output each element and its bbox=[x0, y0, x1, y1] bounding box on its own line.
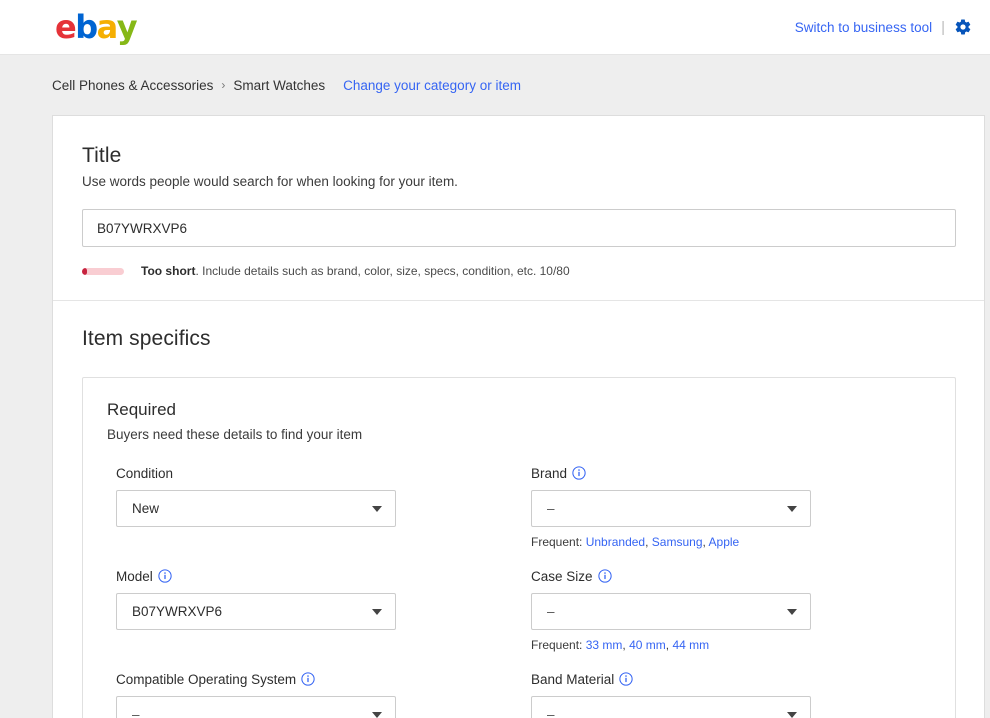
breadcrumb-item-category[interactable]: Cell Phones & Accessories bbox=[52, 78, 213, 93]
condition-select[interactable]: New bbox=[116, 490, 396, 527]
field-case-size-label: Case Size bbox=[531, 569, 593, 584]
chevron-down-icon bbox=[372, 506, 382, 512]
field-compatible-os-label-row: Compatible Operating System bbox=[116, 670, 531, 688]
title-length-hint: Too short. Include details such as brand… bbox=[82, 264, 956, 278]
comma-2: , bbox=[703, 535, 706, 549]
header-actions: Switch to business tool | bbox=[795, 18, 972, 36]
breadcrumb: Cell Phones & Accessories › Smart Watche… bbox=[0, 55, 990, 115]
field-case-size: Case Size – bbox=[531, 567, 931, 652]
title-input[interactable] bbox=[82, 209, 956, 247]
brand-select[interactable]: – bbox=[531, 490, 811, 527]
item-specifics-heading: Item specifics bbox=[82, 327, 956, 351]
brand-frequent-unbranded[interactable]: Unbranded bbox=[586, 535, 645, 549]
chevron-right-icon: › bbox=[221, 78, 225, 92]
switch-to-business-tool-link[interactable]: Switch to business tool bbox=[795, 20, 932, 35]
field-case-size-label-row: Case Size bbox=[531, 567, 931, 585]
model-select[interactable]: B07YWRXVP6 bbox=[116, 593, 396, 630]
chevron-down-icon bbox=[787, 609, 797, 615]
title-length-meter-fill bbox=[82, 268, 87, 275]
condition-select-value: New bbox=[132, 501, 372, 516]
field-condition-label: Condition bbox=[116, 466, 173, 481]
model-select-value: B07YWRXVP6 bbox=[132, 604, 372, 619]
compatible-os-select-value: – bbox=[132, 707, 372, 718]
chevron-down-icon bbox=[787, 712, 797, 718]
field-model: Model B07YWRXVP6 bbox=[116, 567, 531, 652]
logo-letter-e: e bbox=[55, 11, 75, 43]
chevron-down-icon bbox=[787, 506, 797, 512]
gear-icon[interactable] bbox=[954, 18, 972, 36]
comma-3: , bbox=[622, 638, 625, 652]
info-icon[interactable] bbox=[301, 672, 315, 686]
case-size-select[interactable]: – bbox=[531, 593, 811, 630]
title-heading: Title bbox=[82, 144, 956, 168]
required-specifics-box: Required Buyers need these details to fi… bbox=[82, 377, 956, 718]
listing-form-card: Title Use words people would search for … bbox=[52, 115, 985, 718]
required-heading: Required bbox=[107, 400, 931, 420]
header-divider: | bbox=[941, 20, 945, 35]
field-model-label-row: Model bbox=[116, 567, 531, 585]
comma-4: , bbox=[666, 638, 669, 652]
field-condition: Condition New bbox=[116, 464, 531, 549]
compatible-os-select[interactable]: – bbox=[116, 696, 396, 718]
case-size-frequent-40mm[interactable]: 40 mm bbox=[629, 638, 666, 652]
field-condition-label-row: Condition bbox=[116, 464, 531, 482]
logo-letter-a: a bbox=[97, 11, 117, 43]
chevron-down-icon bbox=[372, 712, 382, 718]
info-icon[interactable] bbox=[572, 466, 586, 480]
field-brand: Brand – bbox=[531, 464, 931, 549]
item-specifics-section: Item specifics Required Buyers need thes… bbox=[53, 301, 984, 718]
title-hint-detail: . Include details such as brand, color, … bbox=[195, 264, 569, 278]
field-model-label: Model bbox=[116, 569, 153, 584]
page-body: Title Use words people would search for … bbox=[0, 115, 990, 718]
required-fields-grid: Condition New Brand bbox=[107, 464, 931, 718]
chevron-down-icon bbox=[372, 609, 382, 615]
field-compatible-operating-system: Compatible Operating System – bbox=[116, 670, 531, 718]
brand-frequent-samsung[interactable]: Samsung bbox=[652, 535, 703, 549]
title-hint-status: Too short bbox=[141, 264, 195, 278]
comma-1: , bbox=[645, 535, 648, 549]
breadcrumb-item-subcategory[interactable]: Smart Watches bbox=[233, 78, 325, 93]
case-size-frequent-values: Frequent: 33 mm, 40 mm, 44 mm bbox=[531, 638, 931, 652]
brand-frequent-apple[interactable]: Apple bbox=[709, 535, 740, 549]
title-section: Title Use words people would search for … bbox=[53, 116, 984, 301]
title-subtitle: Use words people would search for when l… bbox=[82, 174, 956, 189]
case-size-frequent-33mm[interactable]: 33 mm bbox=[586, 638, 623, 652]
brand-frequent-label: Frequent: bbox=[531, 535, 582, 549]
case-size-frequent-44mm[interactable]: 44 mm bbox=[672, 638, 709, 652]
field-band-material: Band Material – bbox=[531, 670, 931, 718]
required-subtitle: Buyers need these details to find your i… bbox=[107, 427, 931, 442]
field-band-material-label-row: Band Material bbox=[531, 670, 931, 688]
band-material-select[interactable]: – bbox=[531, 696, 811, 718]
site-header: ebay Switch to business tool | bbox=[0, 0, 990, 55]
ebay-logo[interactable]: ebay bbox=[55, 11, 136, 43]
logo-letter-y: y bbox=[117, 11, 136, 43]
field-compatible-os-label: Compatible Operating System bbox=[116, 672, 296, 687]
case-size-select-value: – bbox=[547, 604, 787, 619]
title-length-meter bbox=[82, 268, 124, 275]
info-icon[interactable] bbox=[158, 569, 172, 583]
info-icon[interactable] bbox=[598, 569, 612, 583]
logo-letter-b: b bbox=[75, 11, 96, 43]
field-band-material-label: Band Material bbox=[531, 672, 614, 687]
brand-frequent-values: Frequent: Unbranded, Samsung, Apple bbox=[531, 535, 931, 549]
change-category-link[interactable]: Change your category or item bbox=[343, 78, 521, 93]
band-material-select-value: – bbox=[547, 707, 787, 718]
brand-select-value: – bbox=[547, 501, 787, 516]
info-icon[interactable] bbox=[619, 672, 633, 686]
field-brand-label-row: Brand bbox=[531, 464, 931, 482]
case-size-frequent-label: Frequent: bbox=[531, 638, 582, 652]
field-brand-label: Brand bbox=[531, 466, 567, 481]
